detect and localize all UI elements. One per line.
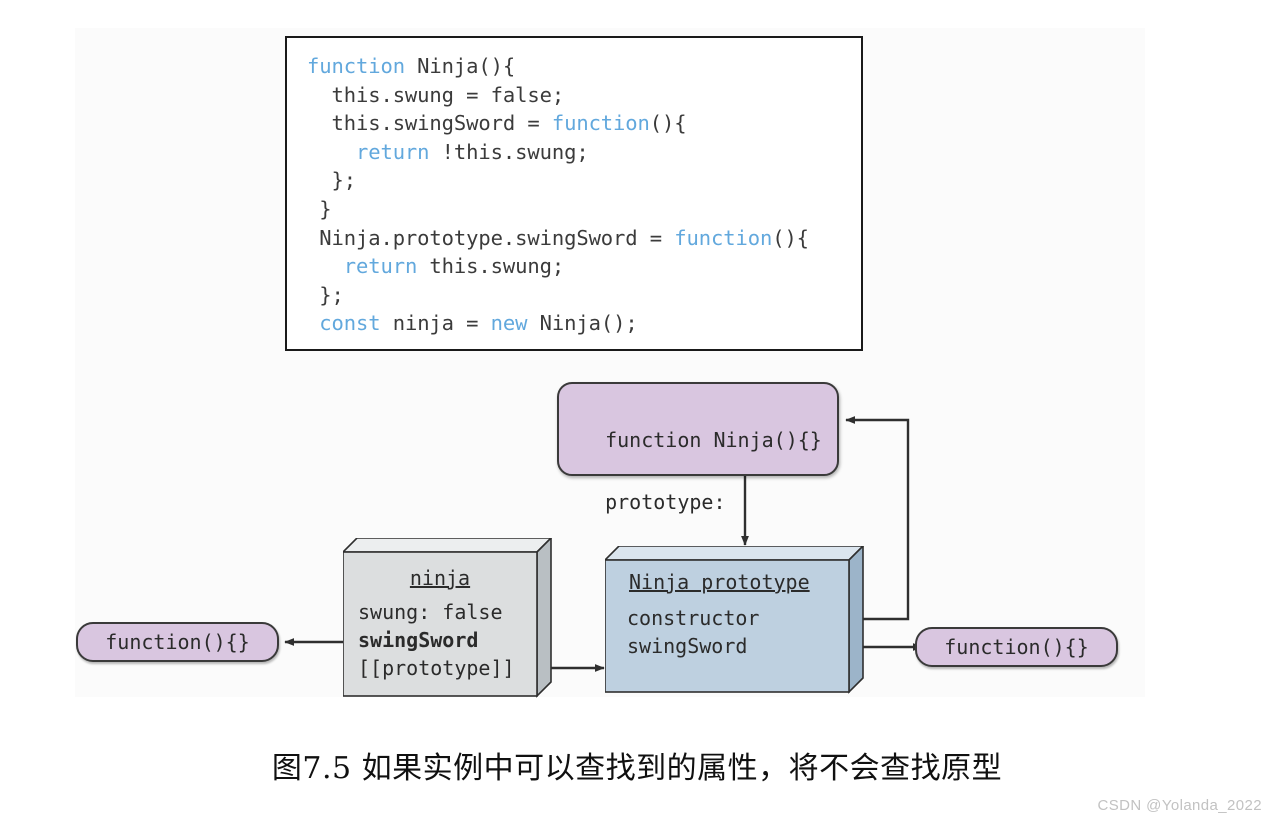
code-keyword: function — [307, 54, 405, 78]
ninja-instance-node: ninja swung: false swingSword [[prototyp… — [343, 538, 553, 698]
code-line: }; — [307, 281, 809, 310]
left-function-pill-label: function(){} — [105, 630, 250, 654]
code-line: Ninja.prototype.swingSword = function(){ — [307, 224, 809, 253]
code-keyword: new — [490, 311, 528, 336]
code-text: this.swung; — [417, 254, 565, 279]
code-line: this.swung = false; — [307, 81, 809, 110]
code-keyword: function — [674, 225, 773, 250]
code-line: }; — [307, 166, 809, 195]
ninja-function-node: function Ninja(){} prototype: — [557, 382, 839, 514]
right-function-pill-label: function(){} — [944, 635, 1089, 659]
code-text: Ninja(){ — [404, 54, 516, 78]
code-keyword: const — [319, 311, 381, 336]
code-text: Ninja(); — [527, 311, 638, 336]
code-text: this.swung = false; — [307, 82, 565, 107]
code-text: this.swingSword = — [307, 111, 552, 136]
code-text: !this.swung; — [429, 139, 589, 164]
code-text: }; — [307, 168, 356, 193]
ninja-prototype-node: Ninja prototype constructor swingSword — [605, 546, 865, 694]
code-text: ninja = — [380, 311, 491, 336]
ninja-function-line1: function Ninja(){} — [605, 428, 822, 452]
figure-caption: 图7.5 如果实例中可以查找到的属性，将不会查找原型 — [271, 751, 1003, 786]
ninja-instance-title: ninja — [409, 566, 471, 590]
code-line: return !this.swung; — [307, 138, 809, 167]
code-text: (){ — [649, 111, 687, 136]
code-line: function Ninja(){ — [307, 52, 809, 81]
ninja-instance-prop-prototype: [[prototype]] — [358, 656, 515, 680]
ninja-function-line2: prototype: — [605, 490, 726, 514]
code-keyword: function — [551, 111, 650, 136]
code-line: return this.swung; — [307, 252, 809, 281]
ninja-prototype-prop-swingsword: swingSword — [627, 634, 748, 658]
code-block: function Ninja(){ this.swung = false; th… — [285, 36, 863, 351]
ninja-instance-prop-swung: swung: false — [358, 600, 503, 624]
code-listing: function Ninja(){ this.swung = false; th… — [307, 52, 809, 338]
code-line: this.swingSword = function(){ — [307, 109, 809, 138]
code-text: (){ — [772, 225, 809, 250]
code-text: }; — [307, 282, 344, 307]
ninja-instance-prop-swingsword: swingSword — [358, 628, 479, 652]
ninja-prototype-prop-constructor: constructor — [627, 606, 760, 630]
left-function-pill: function(){} — [76, 622, 279, 662]
csdn-watermark: CSDN @Yolanda_2022 — [1097, 797, 1262, 814]
right-function-pill: function(){} — [915, 627, 1118, 667]
code-line: } — [307, 195, 809, 224]
code-line: const ninja = new Ninja(); — [307, 309, 809, 338]
code-keyword: return — [355, 139, 430, 164]
code-text: Ninja.prototype.swingSword = — [307, 225, 675, 250]
code-keyword: return — [343, 254, 418, 279]
ninja-prototype-title: Ninja prototype — [629, 570, 810, 594]
code-text: } — [307, 196, 332, 221]
